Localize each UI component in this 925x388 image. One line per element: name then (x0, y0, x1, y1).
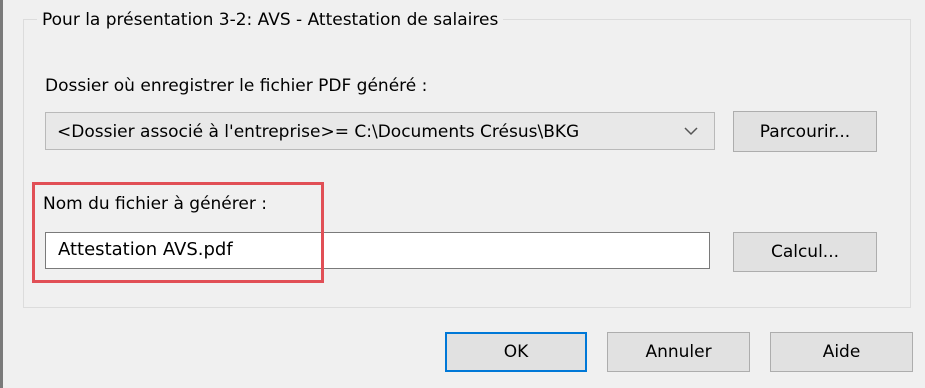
help-button[interactable]: Aide (770, 332, 913, 372)
chevron-down-icon (684, 127, 698, 136)
folder-dropdown[interactable]: <Dossier associé à l'entreprise>= C:\Doc… (45, 112, 715, 150)
highlight-box (32, 182, 324, 283)
folder-dropdown-value: <Dossier associé à l'entreprise>= C:\Doc… (57, 122, 580, 142)
ok-button[interactable]: OK (445, 332, 587, 372)
folder-label: Dossier où enregistrer le fichier PDF gé… (45, 76, 428, 96)
cancel-button[interactable]: Annuler (607, 332, 750, 372)
calc-button[interactable]: Calcul... (733, 232, 877, 272)
browse-button[interactable]: Parcourir... (733, 111, 877, 152)
window-left-edge (0, 0, 3, 388)
groupbox-title: Pour la présentation 3-2: AVS - Attestat… (37, 9, 504, 31)
